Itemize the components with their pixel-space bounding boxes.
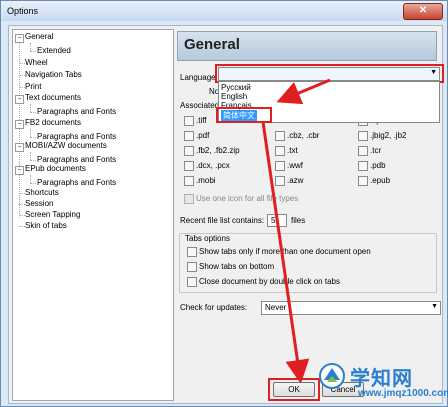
watermark-text: 学知网 (350, 368, 413, 390)
annotation-arrows (261, 78, 331, 384)
annotation-box-ok (268, 378, 320, 401)
arrow-to-chinese (276, 78, 331, 105)
watermark: 学知网 www.jmqz1000.com (318, 360, 448, 405)
arrow-to-ok (261, 121, 310, 384)
watermark-logo-icon (319, 363, 345, 389)
watermark-url: www.jmqz1000.com (358, 388, 448, 399)
